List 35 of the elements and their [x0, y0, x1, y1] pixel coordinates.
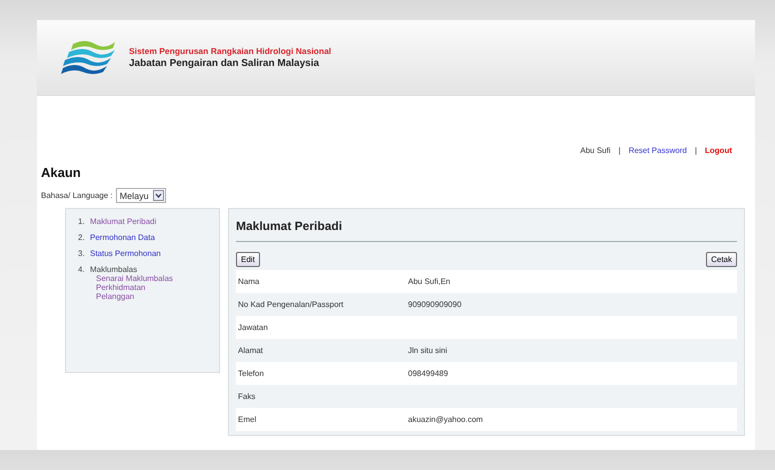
item-number: 3.: [78, 249, 86, 258]
submenu-link[interactable]: Senarai Maklumbalas Perkhidmatan Pelanggan: [96, 274, 176, 301]
field-label: Emel: [237, 415, 258, 424]
caret-icon: [154, 193, 162, 198]
user-name: Abu Sufi: [580, 146, 610, 155]
menu-heading: Maklumbalas: [90, 265, 138, 274]
field-label: Nama: [237, 277, 260, 286]
page-title: Akaun: [41, 165, 82, 180]
field-value: akuazin@yahoo.com: [407, 415, 484, 424]
field-label: Jawatan: [237, 323, 269, 332]
separator: |: [694, 146, 697, 155]
logout-link[interactable]: Logout: [704, 146, 732, 155]
field-value: 098499489: [407, 369, 450, 378]
separator: |: [618, 146, 621, 155]
reset-password-link[interactable]: Reset Password: [628, 146, 687, 155]
item-number: 2.: [78, 233, 86, 242]
field-label: Telefon: [237, 369, 265, 378]
menu-link[interactable]: Maklumat Peribadi: [90, 217, 156, 226]
menu-link[interactable]: Permohonan Data: [90, 233, 155, 242]
item-number: 4.: [78, 265, 86, 276]
language-label: Bahasa/ Language :: [41, 191, 113, 200]
department-name: Jabatan Pengairan dan Saliran Malaysia: [129, 58, 320, 69]
field-label: No Kad Pengenalan/Passport: [237, 300, 344, 309]
edit-button[interactable]: Edit: [236, 252, 260, 267]
field-label: Alamat: [237, 346, 264, 355]
print-button[interactable]: Cetak: [706, 252, 737, 267]
item-number: 1.: [78, 217, 86, 226]
field-label: Faks: [237, 392, 256, 401]
field-value: 909090909090: [407, 300, 462, 309]
language-select[interactable]: Melayu: [116, 188, 166, 203]
menu-link[interactable]: Status Permohonan: [90, 249, 161, 258]
system-name: Sistem Pengurusan Rangkaian Hidrologi Nasional: [129, 46, 332, 56]
field-value: Abu Sufi,En: [407, 277, 452, 286]
panel-title: Maklumat Peribadi: [236, 215, 737, 242]
field-value: Jln situ sini: [407, 346, 448, 355]
